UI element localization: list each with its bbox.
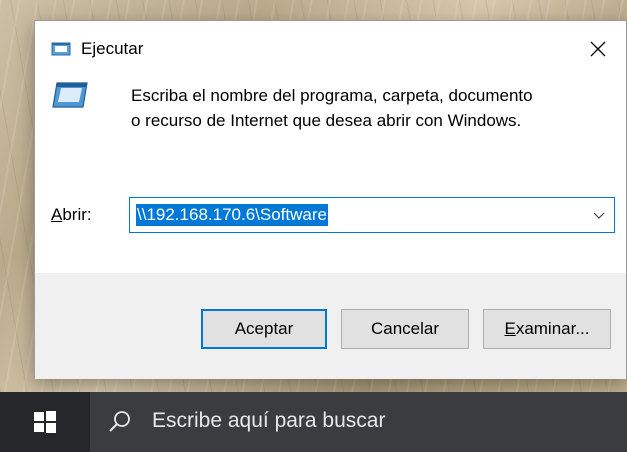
dialog-title: Ejecutar xyxy=(81,39,144,58)
browse-button-label: xaminar... xyxy=(515,319,590,338)
description-line: o recurso de Internet que desea abrir co… xyxy=(131,111,522,130)
search-icon xyxy=(109,411,130,432)
start-button[interactable] xyxy=(0,392,90,452)
description-line: Escriba el nombre del programa, carpeta,… xyxy=(131,86,533,105)
cancel-button[interactable]: Cancelar xyxy=(341,309,469,349)
dialog-description: Escriba el nombre del programa, carpeta,… xyxy=(131,83,611,133)
taskbar: Escribe aquí para buscar xyxy=(0,392,627,452)
browse-button[interactable]: Examinar... xyxy=(483,309,611,349)
taskbar-search-box[interactable]: Escribe aquí para buscar xyxy=(90,392,627,452)
open-combobox[interactable]: \\192.168.170.6\Software xyxy=(129,197,615,233)
run-icon xyxy=(52,82,88,108)
open-label-text: brir: xyxy=(62,205,92,224)
ok-button-label: Aceptar xyxy=(234,319,294,338)
close-button[interactable] xyxy=(570,21,626,77)
chevron-down-icon[interactable] xyxy=(592,208,606,222)
cancel-button-label: Cancelar xyxy=(370,319,440,338)
windows-logo-icon xyxy=(34,411,56,433)
title-bar[interactable]: Ejecutar xyxy=(35,21,626,77)
browse-accelerator: E xyxy=(504,319,516,338)
search-placeholder: Escribe aquí para buscar xyxy=(152,409,386,432)
run-icon xyxy=(51,42,71,56)
close-icon xyxy=(590,41,606,57)
run-dialog: Ejecutar Escriba el nombre del programa,… xyxy=(34,20,627,379)
open-label: Abrir: xyxy=(51,205,92,225)
open-input-value[interactable]: \\192.168.170.6\Software xyxy=(136,204,328,226)
open-label-accelerator: A xyxy=(51,205,63,224)
ok-button[interactable]: Aceptar xyxy=(201,309,327,349)
